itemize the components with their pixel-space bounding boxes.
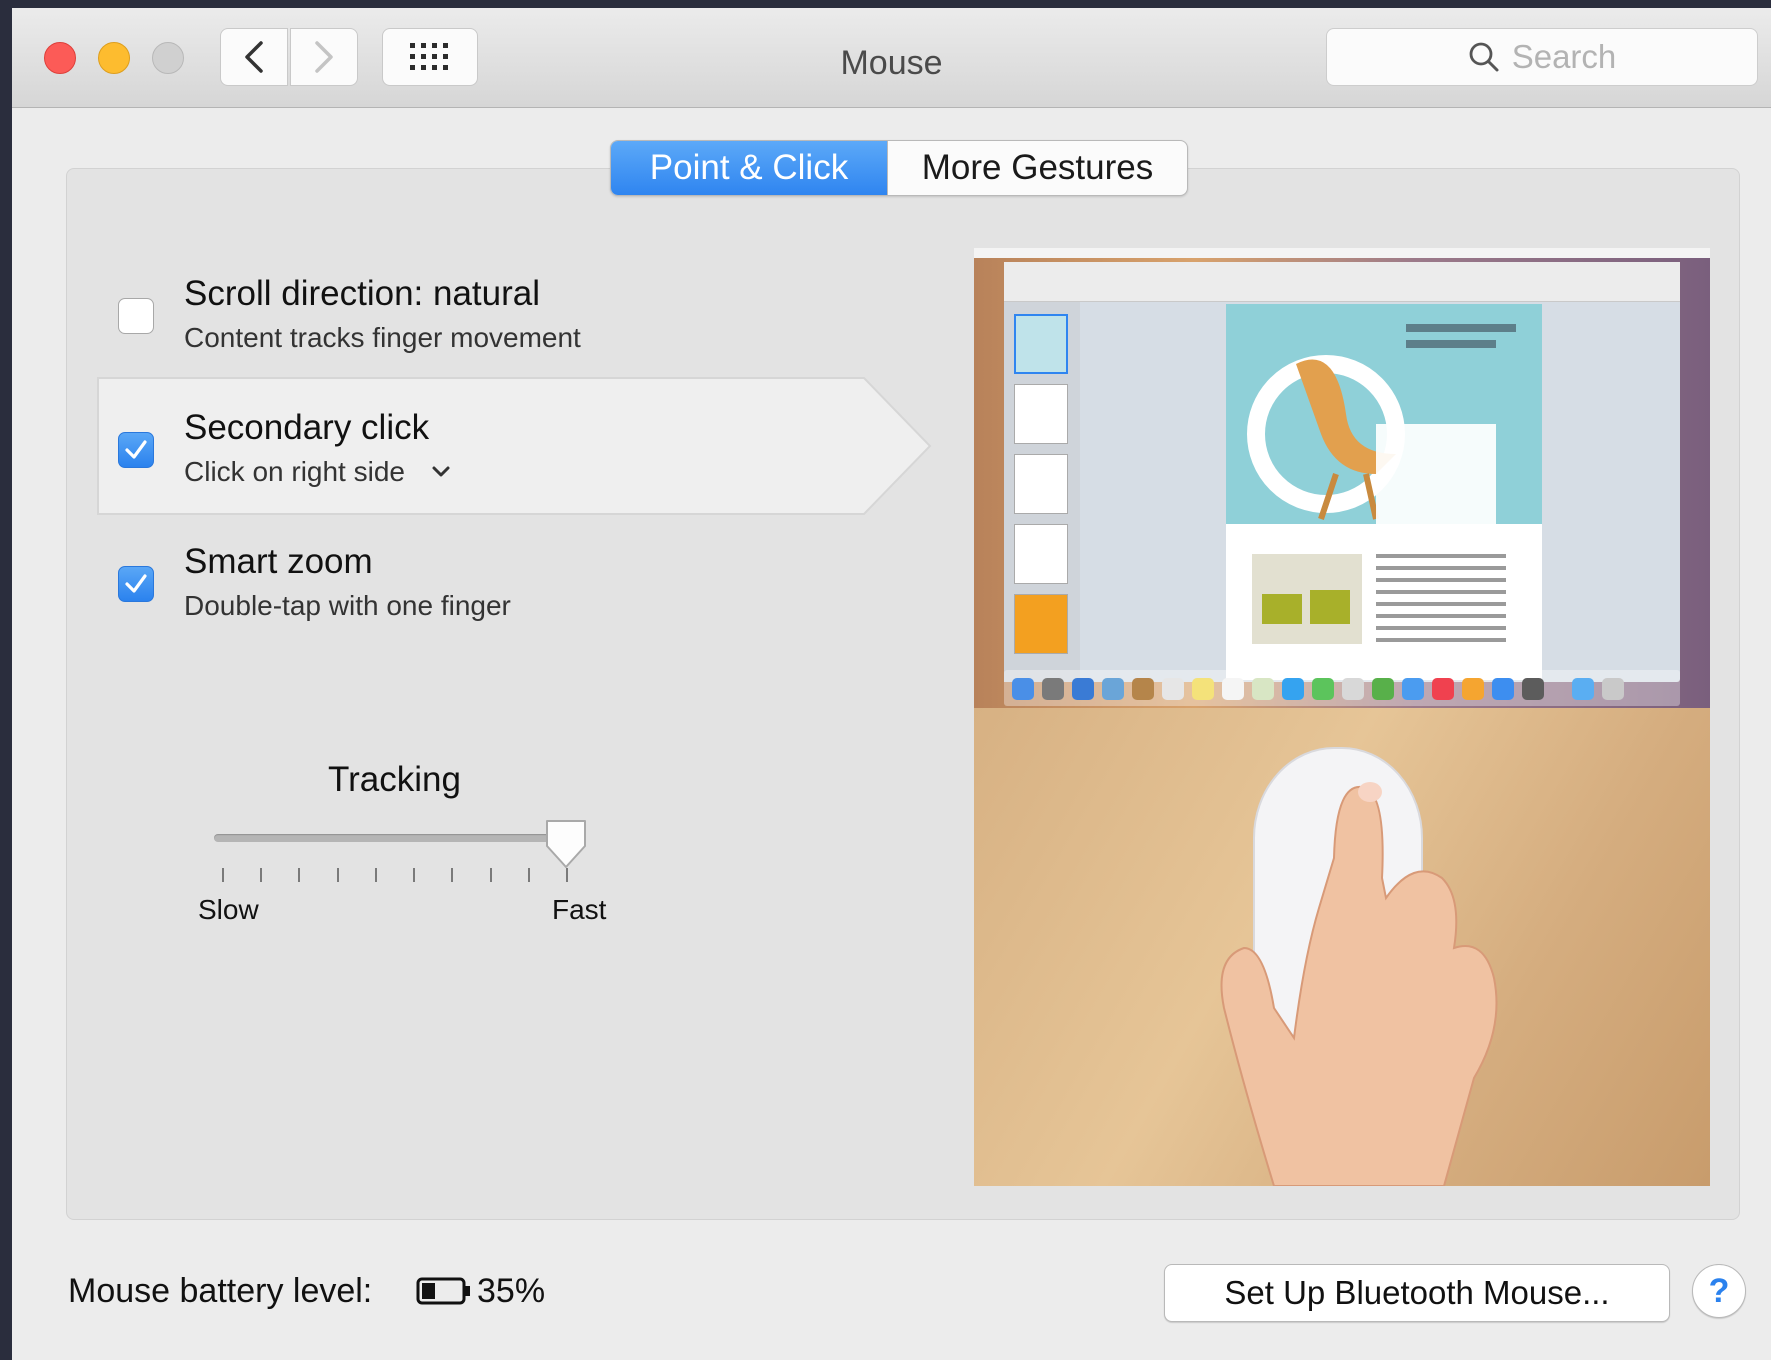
slider-max-label: Fast xyxy=(552,894,607,925)
search-field[interactable]: Search xyxy=(1326,28,1758,86)
search-placeholder: Search xyxy=(1511,38,1617,75)
slider-tick xyxy=(298,868,301,882)
tab-point-and-click[interactable]: Point & Click xyxy=(611,141,887,195)
checkmark-icon xyxy=(125,574,147,593)
secondary-click-dropdown[interactable]: Click on right side xyxy=(184,456,451,488)
smart-zoom-checkbox[interactable] xyxy=(118,566,154,602)
mouse-preferences-window: Mouse Search Point & Click More Gestures… xyxy=(12,8,1771,1360)
option-title: Smart zoom xyxy=(184,542,373,581)
slider-min-label: Slow xyxy=(198,894,259,925)
battery-level-label: Mouse battery level: xyxy=(68,1272,373,1310)
help-button[interactable]: ? xyxy=(1692,1264,1746,1318)
slider-tick xyxy=(489,868,492,882)
preview-dock xyxy=(1004,670,1680,706)
gesture-preview-image xyxy=(974,248,1710,1186)
option-scroll-direction: Scroll direction: natural Content tracks… xyxy=(12,266,892,356)
slider-tick xyxy=(527,868,530,882)
option-secondary-click: Secondary click Click on right side xyxy=(12,400,892,490)
option-title: Scroll direction: natural xyxy=(184,274,540,313)
slider-tick xyxy=(451,868,454,882)
checkmark-icon xyxy=(125,440,147,459)
slider-tick xyxy=(260,868,263,882)
secondary-click-checkbox[interactable] xyxy=(118,432,154,468)
slider-tick xyxy=(222,868,224,882)
option-title: Secondary click xyxy=(184,408,430,447)
tracking-slider-track[interactable] xyxy=(214,834,576,842)
preview-desk xyxy=(974,708,1710,1186)
option-subtitle: Double-tap with one finger xyxy=(184,590,511,621)
tracking-slider-thumb[interactable] xyxy=(543,818,589,870)
slider-tick xyxy=(413,868,416,882)
tab-bar: Point & Click More Gestures xyxy=(610,140,1188,196)
slider-tick xyxy=(566,868,568,882)
slider-tick xyxy=(336,868,339,882)
tracking-label: Tracking xyxy=(328,760,461,799)
setup-bluetooth-mouse-button[interactable]: Set Up Bluetooth Mouse... xyxy=(1164,1264,1670,1322)
chevron-down-icon xyxy=(432,466,450,477)
secondary-click-value: Click on right side xyxy=(184,456,405,487)
option-smart-zoom: Smart zoom Double-tap with one finger xyxy=(12,534,892,624)
tab-more-gestures[interactable]: More Gestures xyxy=(887,141,1187,195)
slider-tick xyxy=(374,868,377,882)
scroll-direction-checkbox[interactable] xyxy=(118,298,154,334)
preview-screen xyxy=(974,248,1710,708)
battery-icon xyxy=(416,1277,470,1305)
title-bar: Mouse Search xyxy=(12,8,1771,108)
search-icon xyxy=(1469,42,1499,72)
battery-level-value: 35% xyxy=(477,1272,546,1310)
option-subtitle: Content tracks finger movement xyxy=(184,322,581,353)
